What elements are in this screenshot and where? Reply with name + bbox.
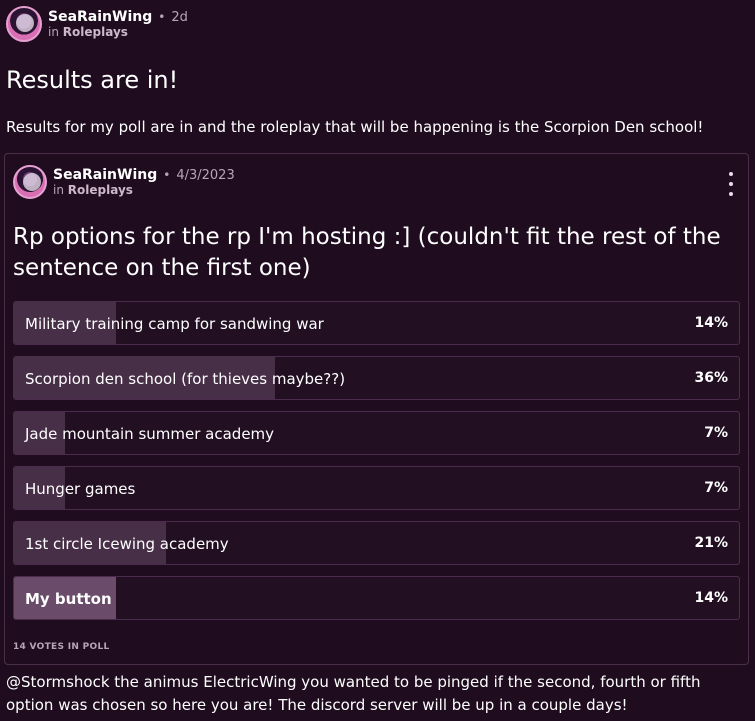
poll-option-percent: 14%	[694, 315, 728, 331]
community-link[interactable]: Roleplays	[63, 25, 128, 39]
poll-option-percent: 7%	[704, 480, 728, 496]
poll-option-label: 1st circle Icewing academy	[25, 535, 229, 553]
embed-date: 4/3/2023	[176, 167, 235, 183]
poll-options: Military training camp for sandwing war …	[13, 301, 740, 631]
poll-vote-count: 14 VOTES IN POLL	[13, 642, 110, 652]
community-line: in Roleplays	[48, 24, 188, 40]
embed-meta: SeaRainWing • 4/3/2023 in Roleplays	[53, 167, 235, 198]
post-time: 2d	[171, 9, 188, 25]
poll-option-percent: 7%	[704, 425, 728, 441]
post-header: SeaRainWing • 2d in Roleplays	[6, 4, 188, 44]
poll-option[interactable]: 1st circle Icewing academy 21%	[13, 521, 740, 565]
embed-title: Rp options for the rp I'm hosting :] (co…	[13, 224, 721, 281]
poll-option[interactable]: Scorpion den school (for thieves maybe??…	[13, 356, 740, 400]
embed-author-name[interactable]: SeaRainWing	[53, 167, 157, 183]
poll-option[interactable]: Hunger games 7%	[13, 466, 740, 510]
poll-option-percent: 36%	[694, 370, 728, 386]
embedded-poll-post[interactable]: SeaRainWing • 4/3/2023 in Roleplays Rp o…	[4, 153, 749, 665]
embed-community-link[interactable]: Roleplays	[68, 183, 133, 197]
poll-option[interactable]: Military training camp for sandwing war …	[13, 301, 740, 345]
avatar[interactable]	[6, 6, 42, 42]
author-name[interactable]: SeaRainWing	[48, 9, 152, 25]
poll-option-percent: 21%	[694, 535, 728, 551]
poll-option-label: Jade mountain summer academy	[25, 425, 275, 443]
poll-option-label: Hunger games	[25, 480, 136, 498]
separator-dot: •	[163, 167, 171, 182]
embed-community-prefix: in	[53, 182, 64, 197]
post-footer-text: @Stormshock the animus ElectricWing you …	[6, 673, 701, 714]
post-title: Results are in!	[6, 66, 179, 94]
more-vertical-icon[interactable]	[724, 172, 738, 196]
poll-option-percent: 14%	[694, 590, 728, 606]
poll-option[interactable]: Jade mountain summer academy 7%	[13, 411, 740, 455]
poll-option-label: My button	[25, 590, 112, 608]
poll-option-label: Scorpion den school (for thieves maybe??…	[25, 370, 346, 388]
embed-avatar[interactable]	[13, 165, 47, 199]
separator-dot: •	[158, 9, 166, 24]
community-prefix: in	[48, 24, 59, 39]
post-body: Results for my poll are in and the rolep…	[6, 118, 704, 136]
poll-option-label: Military training camp for sandwing war	[25, 315, 324, 333]
poll-option[interactable]: My button 14%	[13, 576, 740, 620]
embed-community-line: in Roleplays	[53, 182, 235, 198]
embed-header: SeaRainWing • 4/3/2023 in Roleplays	[13, 162, 235, 202]
post-meta: SeaRainWing • 2d in Roleplays	[48, 9, 188, 40]
